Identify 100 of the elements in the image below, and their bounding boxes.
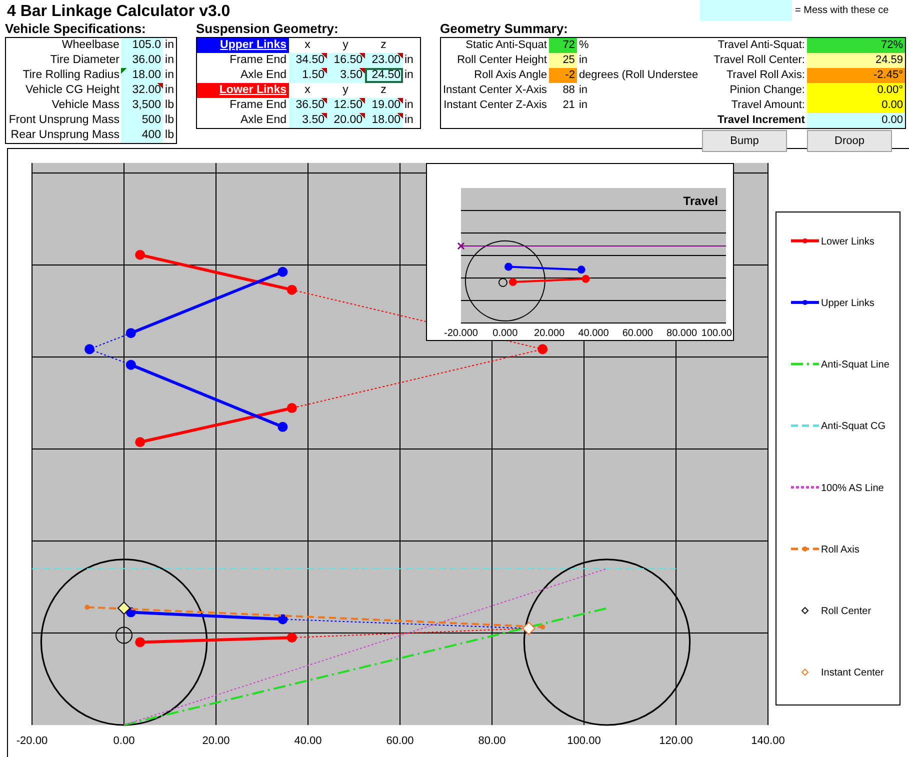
axis-tick-label: 100.00 bbox=[701, 328, 732, 339]
axis-tick-label: 40.000 bbox=[578, 328, 609, 339]
field-label: Travel Increment bbox=[708, 113, 807, 128]
action-button[interactable]: Droop bbox=[807, 130, 892, 152]
input-cell: 18.00 bbox=[364, 113, 402, 128]
action-button[interactable]: Bump bbox=[702, 130, 787, 152]
legend-label: Anti-Squat CG bbox=[821, 421, 886, 432]
field-label: Roll Axis Angle bbox=[440, 68, 549, 83]
field-label: Axle End bbox=[196, 113, 288, 128]
value-cell: 25 bbox=[548, 53, 577, 68]
input-cell: 3.50 bbox=[326, 68, 364, 83]
field-label: Roll Center Height bbox=[440, 53, 549, 68]
input-cell: 36.00 bbox=[121, 53, 164, 68]
value-cell: 88 bbox=[548, 83, 577, 98]
section-heading: Geometry Summary: bbox=[440, 21, 569, 37]
field-label: Tire Rolling Radius bbox=[6, 68, 122, 83]
input-cell: 400 bbox=[121, 128, 164, 144]
axis-tick-label: 80.000 bbox=[666, 328, 698, 339]
column-header: x bbox=[288, 38, 326, 53]
field-label: Instant Center X-Axis bbox=[440, 83, 549, 98]
input-cell: 3,500 bbox=[121, 98, 164, 113]
axis-tick-label: 20.00 bbox=[202, 735, 230, 747]
axis-tick-label: 40.00 bbox=[294, 735, 322, 747]
input-cell: 12.50 bbox=[326, 98, 364, 113]
unit-label: lb bbox=[163, 128, 176, 144]
unit-label: in bbox=[163, 68, 176, 83]
unit-label: lb bbox=[163, 113, 176, 128]
field-label: Front Unsprung Mass bbox=[6, 113, 122, 128]
legend-label: Lower Links bbox=[821, 236, 874, 248]
app-title: 4 Bar Linkage Calculator v3.0 bbox=[6, 2, 230, 21]
field-label: Tire Diameter bbox=[6, 53, 122, 68]
legend-note: = Mess with these ce bbox=[795, 4, 889, 18]
pivot-point bbox=[84, 344, 94, 354]
field-label: Travel Amount: bbox=[708, 98, 807, 113]
value-cell: 0.00° bbox=[806, 83, 906, 98]
legend-label: Anti-Squat Line bbox=[821, 360, 890, 371]
field-label: Static Anti-Squat bbox=[440, 38, 549, 53]
unit-label: in bbox=[163, 53, 176, 68]
instant-center-marker bbox=[522, 622, 536, 636]
column-header: z bbox=[364, 83, 402, 98]
column-header: y bbox=[326, 38, 364, 53]
input-cell: 105.0 bbox=[121, 38, 164, 53]
field-label: Vehicle Mass bbox=[6, 98, 122, 113]
field-label: Vehicle CG Height bbox=[6, 83, 122, 98]
input-cell: 36.50 bbox=[288, 98, 326, 113]
unit-label: in bbox=[163, 83, 176, 98]
input-cell: 3.50 bbox=[288, 113, 326, 128]
field-label: Pinion Change: bbox=[708, 83, 807, 98]
input-cell: 19.00 bbox=[364, 98, 402, 113]
input-cell: 32.00 bbox=[121, 83, 164, 98]
value-cell-text: 21 bbox=[562, 98, 576, 113]
input-cell: 0.00 bbox=[806, 113, 906, 128]
axis-tick-label: 0.000 bbox=[492, 328, 518, 339]
input-cell: 23.00 bbox=[364, 53, 402, 68]
field-label: Travel Roll Axis: bbox=[708, 68, 807, 83]
unit-label: in bbox=[402, 98, 420, 113]
field-label: Wheelbase bbox=[6, 38, 122, 53]
axis-tick-label: -20.000 bbox=[444, 328, 478, 339]
unit-label: in bbox=[576, 53, 709, 68]
unit-label: in bbox=[578, 98, 588, 113]
field-label: Travel Anti-Squat: bbox=[708, 38, 807, 53]
pivot-point bbox=[538, 344, 548, 354]
axis-tick-label: 60.000 bbox=[622, 328, 653, 339]
legend-label: Instant Center bbox=[821, 668, 884, 679]
axis-tick-label: 120.00 bbox=[659, 735, 693, 747]
legend-label: Roll Axis bbox=[821, 544, 860, 556]
axis-tick-label: 80.00 bbox=[478, 735, 506, 747]
value-cell: 72% bbox=[806, 38, 906, 53]
unit-label: in bbox=[163, 38, 176, 53]
unit-label: in bbox=[402, 68, 420, 83]
unit-label: in bbox=[402, 53, 420, 68]
value-cell: 24.59 bbox=[806, 53, 906, 68]
input-cell: 18.00 bbox=[121, 68, 164, 83]
section-heading: Vehicle Specifications: bbox=[5, 21, 147, 37]
legend-label: Roll Center bbox=[821, 606, 872, 618]
field-label: Frame End bbox=[196, 98, 288, 113]
field-label: Travel Roll Center: bbox=[708, 53, 807, 68]
field-label: Instant Center Z-Axis bbox=[440, 98, 549, 113]
column-header: y bbox=[326, 83, 364, 98]
value-cell: 72 bbox=[548, 38, 577, 53]
group-header: Lower Links bbox=[196, 83, 288, 98]
axis-tick-label: 0.00 bbox=[113, 735, 135, 747]
field-label: Rear Unsprung Mass bbox=[6, 128, 122, 144]
unit-label: lb bbox=[163, 98, 176, 113]
field-label: Axle End bbox=[196, 68, 288, 83]
legend-label: Upper Links bbox=[821, 298, 874, 309]
value-cell: 0.00 bbox=[806, 98, 906, 113]
unit-label: % bbox=[576, 38, 709, 53]
section-heading: Suspension Geometry: bbox=[196, 21, 340, 37]
axis-tick-label: 60.00 bbox=[386, 735, 414, 747]
input-cell: 1.50 bbox=[288, 68, 326, 83]
input-cell: 34.50 bbox=[288, 53, 326, 68]
value-cell: -2.45° bbox=[806, 68, 906, 83]
input-cell: 20.00 bbox=[326, 113, 364, 128]
chart-title: Travel bbox=[683, 194, 718, 208]
group-header: Upper Links bbox=[196, 38, 288, 53]
unit-label: in bbox=[402, 113, 420, 128]
axis-tick-label: 100.00 bbox=[567, 735, 601, 747]
legend-label: 100% AS Line bbox=[821, 482, 884, 494]
axis-tick-label: -20.00 bbox=[16, 735, 48, 747]
